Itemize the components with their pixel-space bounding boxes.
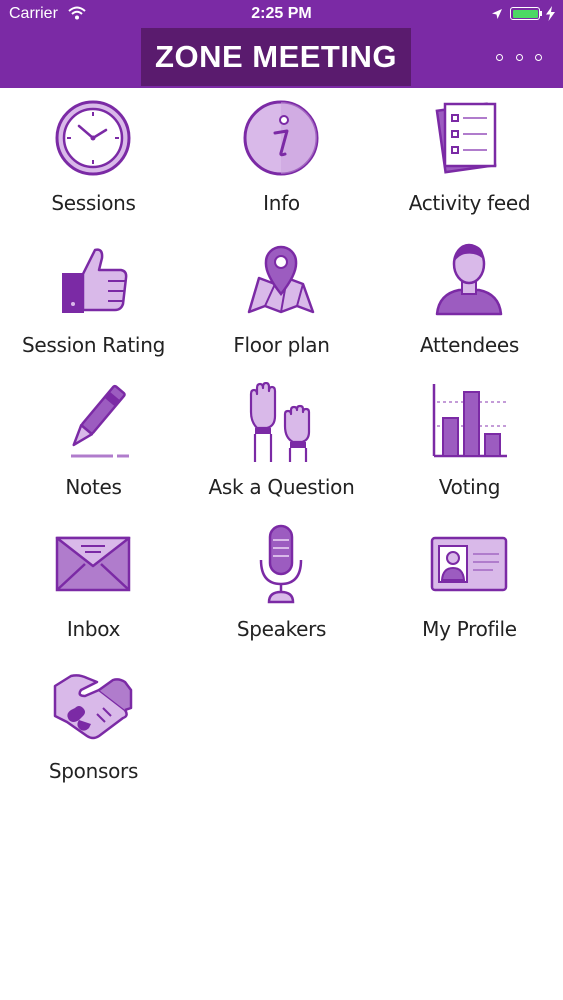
menu-item-label: Ask a Question — [208, 475, 355, 499]
map-pin-icon — [241, 240, 321, 320]
raised-hands-icon — [241, 382, 321, 462]
status-bar: Carrier 2:25 PM — [0, 0, 563, 28]
status-time: 2:25 PM — [251, 5, 312, 22]
menu-item-sponsors[interactable]: Sponsors — [0, 656, 187, 798]
microphone-icon — [241, 524, 321, 604]
handshake-icon — [53, 666, 133, 746]
menu-item-label: Inbox — [66, 617, 121, 641]
menu-item-voting[interactable]: Voting — [376, 372, 563, 514]
battery-level — [512, 9, 538, 18]
more-dot-icon — [535, 53, 542, 61]
menu-item-label: Floor plan — [233, 333, 330, 357]
checklist-icon — [429, 98, 509, 178]
menu-item-label: Sponsors — [48, 759, 139, 783]
pen-icon — [53, 382, 133, 462]
menu-item-label: Session Rating — [22, 333, 165, 357]
menu-item-activity-feed[interactable]: Activity feed — [376, 88, 563, 230]
menu-item-speakers[interactable]: Speakers — [188, 514, 375, 656]
menu-item-label: Voting — [438, 475, 501, 499]
menu-item-attendees[interactable]: Attendees — [376, 230, 563, 372]
app-title: ZONE MEETING — [141, 28, 411, 86]
menu-item-label: Attendees — [419, 333, 520, 357]
battery-tip — [540, 11, 542, 16]
nav-bar: ZONE MEETING — [0, 28, 563, 88]
more-dot-icon — [515, 53, 523, 61]
clock-icon — [53, 98, 133, 178]
menu-item-sessions[interactable]: Sessions — [0, 88, 187, 230]
info-icon — [241, 98, 321, 178]
bar-chart-icon — [429, 382, 509, 462]
person-icon — [429, 240, 509, 320]
menu-item-label: Sessions — [51, 191, 136, 215]
envelope-icon — [53, 524, 133, 604]
menu-item-label: Speakers — [236, 617, 327, 641]
id-card-icon — [429, 524, 509, 604]
menu-item-label: Info — [263, 191, 300, 215]
menu-item-floor-plan[interactable]: Floor plan — [188, 230, 375, 372]
location-arrow-icon — [491, 7, 503, 25]
menu-item-session-rating[interactable]: Session Rating — [0, 230, 187, 372]
menu-item-inbox[interactable]: Inbox — [0, 514, 187, 656]
charging-bolt-icon — [546, 6, 555, 26]
menu-item-notes[interactable]: Notes — [0, 372, 187, 514]
thumbs-up-icon — [53, 240, 133, 320]
menu-item-info[interactable]: Info — [188, 88, 375, 230]
menu-item-label: Notes — [65, 475, 122, 499]
battery-icon — [510, 7, 540, 20]
menu-item-label: My Profile — [422, 617, 517, 641]
more-dot-icon — [496, 53, 503, 61]
menu-item-ask-a-question[interactable]: Ask a Question — [188, 372, 375, 514]
more-options-button[interactable] — [496, 44, 542, 70]
menu-item-my-profile[interactable]: My Profile — [376, 514, 563, 656]
menu-item-label: Activity feed — [408, 191, 531, 215]
